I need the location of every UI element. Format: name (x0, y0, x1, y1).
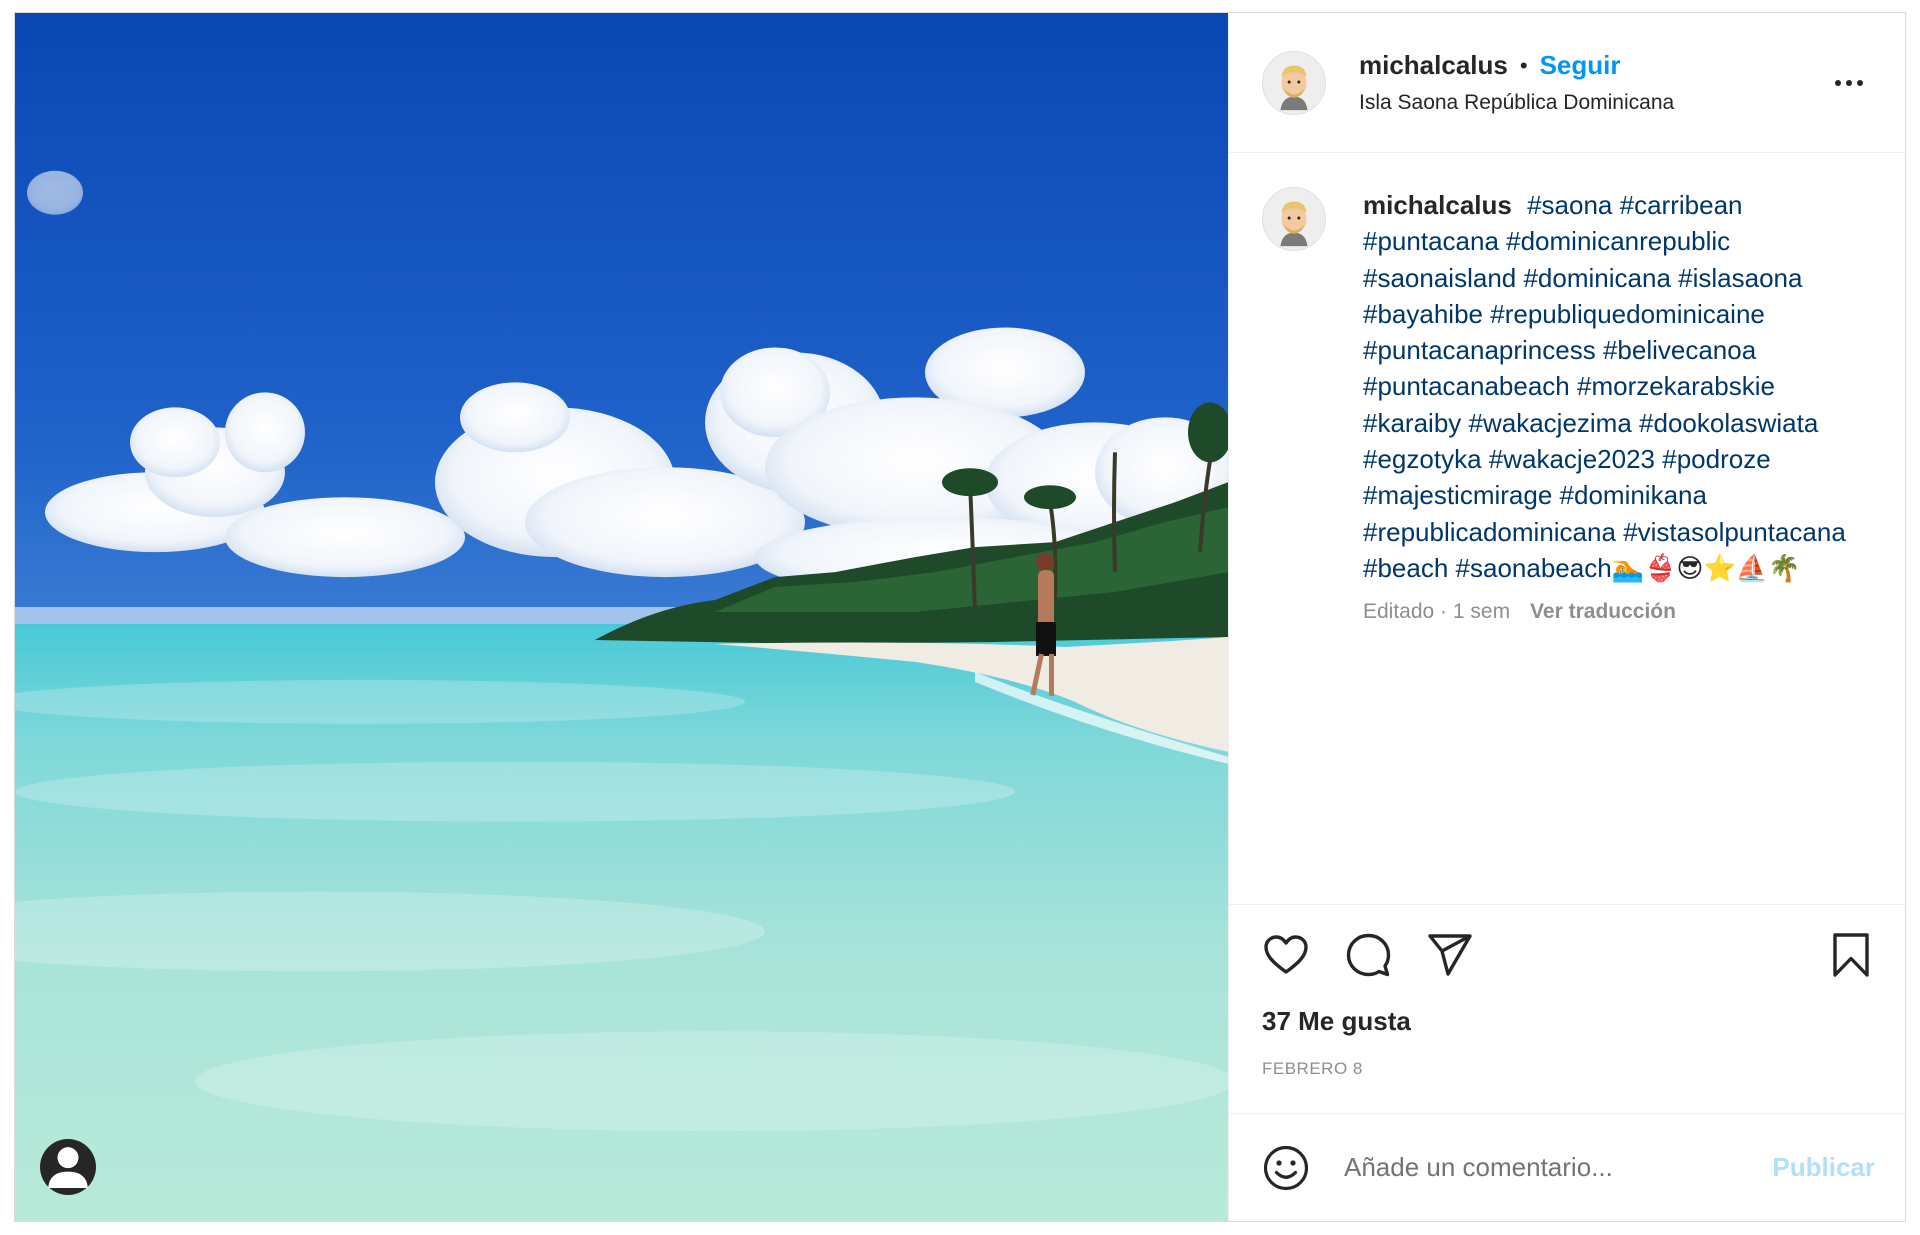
post-date[interactable]: FEBRERO 8 (1229, 1037, 1905, 1113)
caption-avatar[interactable] (1262, 187, 1326, 251)
caption-username[interactable]: michalcalus (1363, 190, 1512, 220)
hashtag-link[interactable]: #puntacanaprincess (1363, 335, 1596, 365)
see-translation-button[interactable]: Ver traducción (1530, 600, 1676, 624)
header-username[interactable]: michalcalus (1359, 50, 1508, 81)
hashtag-link[interactable]: #saonaisland (1363, 263, 1516, 293)
post-photo[interactable] (15, 13, 1228, 1221)
action-bar (1229, 904, 1905, 1004)
share-button[interactable] (1426, 931, 1474, 979)
like-button[interactable] (1262, 931, 1310, 979)
hashtag-link[interactable]: #wakacjezima (1469, 408, 1632, 438)
comment-icon (1346, 933, 1391, 976)
paper-plane-icon (1428, 933, 1472, 976)
publish-button[interactable]: Publicar (1772, 1152, 1875, 1183)
hashtag-link[interactable]: #carribean (1620, 190, 1743, 220)
hashtag-link[interactable]: #wakacje2023 (1489, 444, 1655, 474)
comment-box: Publicar (1229, 1113, 1905, 1221)
edited-timestamp: Editado · 1 sem (1363, 600, 1511, 624)
heart-icon (1264, 934, 1308, 974)
more-horizontal-icon (1835, 79, 1841, 86)
emoji-picker-button[interactable] (1262, 1144, 1310, 1192)
comment-input[interactable] (1342, 1151, 1773, 1184)
hashtag-link[interactable]: #saonabeach (1456, 553, 1612, 583)
user-icon (48, 1147, 88, 1188)
post-side-panel: michalcalus • Seguir Isla Saona Repúblic… (1228, 13, 1905, 1221)
caption: michalcalus #saona #carribean #puntacana… (1262, 187, 1875, 624)
hashtag-link[interactable]: #karaiby (1363, 408, 1461, 438)
avatar[interactable] (1262, 50, 1326, 115)
post-header: michalcalus • Seguir Isla Saona Repúblic… (1229, 13, 1905, 153)
hashtag-link[interactable]: #islasaona (1678, 263, 1802, 293)
hashtag-link[interactable]: #majesticmirage (1363, 480, 1552, 510)
beach-photo (15, 13, 1228, 1221)
smiley-icon (1263, 1145, 1309, 1190)
caption-emojis: 🏊👙😎⭐⛵🌴 (1611, 552, 1801, 583)
hashtag-link[interactable]: #republicadominicana (1363, 517, 1616, 547)
hashtag-link[interactable]: #saona (1527, 190, 1612, 220)
location-link[interactable]: Isla Saona República Dominicana (1359, 91, 1674, 115)
more-options-button[interactable] (1829, 74, 1869, 92)
separator-dot: • (1519, 52, 1528, 78)
hashtag-link[interactable]: #dominicanrepublic (1506, 226, 1730, 256)
hashtag-link[interactable]: #dookolaswiata (1639, 408, 1818, 438)
memoji-avatar-icon (1263, 188, 1325, 250)
bookmark-icon (1833, 932, 1869, 977)
memoji-avatar-icon (1263, 51, 1325, 114)
hashtag-link[interactable]: #dominikana (1560, 480, 1707, 510)
caption-meta: Editado · 1 sem Ver traducción (1363, 600, 1875, 624)
hashtag-link[interactable]: #egzotyka (1363, 444, 1482, 474)
hashtag-link[interactable]: #beach (1363, 553, 1448, 583)
save-button[interactable] (1827, 931, 1875, 979)
likes-count[interactable]: 37 Me gusta (1229, 1004, 1905, 1037)
hashtag-link[interactable]: #bayahibe (1363, 299, 1483, 329)
caption-text: michalcalus #saona #carribean #puntacana… (1363, 187, 1875, 586)
hashtag-link[interactable]: #dominicana (1523, 263, 1670, 293)
post-container: michalcalus • Seguir Isla Saona Repúblic… (14, 12, 1906, 1222)
hashtag-link[interactable]: #republiquedominicaine (1490, 299, 1765, 329)
hashtag-link[interactable]: #podroze (1662, 444, 1770, 474)
follow-button[interactable]: Seguir (1540, 50, 1621, 81)
hashtag-link[interactable]: #vistasolpuntacana (1623, 517, 1846, 547)
hashtag-link[interactable]: #puntacana (1363, 226, 1499, 256)
comment-button[interactable] (1344, 931, 1392, 979)
hashtag-link[interactable]: #puntacanabeach (1363, 371, 1570, 401)
comments-section: michalcalus #saona #carribean #puntacana… (1229, 153, 1905, 904)
tagged-users-button[interactable] (40, 1139, 96, 1195)
hashtag-link[interactable]: #morzekarabskie (1577, 371, 1775, 401)
hashtag-link[interactable]: #belivecanoa (1603, 335, 1756, 365)
